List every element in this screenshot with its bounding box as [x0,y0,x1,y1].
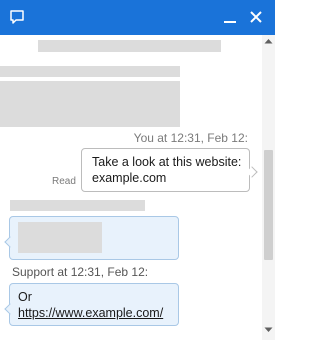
redacted-header-placeholder [38,40,221,52]
scroll-down-arrow-icon[interactable] [264,327,273,333]
received-message-text: Or https://www.example.com/ [18,289,163,321]
redacted-message-placeholder [0,81,180,127]
sent-message-text: Take a look at this website: example.com [92,155,242,185]
vertical-scrollbar[interactable] [262,35,275,340]
read-receipt: Read [52,176,76,187]
redacted-meta-placeholder [0,66,180,77]
redacted-meta-placeholder [10,200,145,211]
received-message-bubble: Or https://www.example.com/ [9,283,179,326]
sent-message-bubble: Take a look at this website: example.com [81,148,250,192]
chat-bubble-icon [10,10,24,24]
received-message-bubble-redacted [9,216,179,260]
title-bar [0,0,275,35]
close-icon[interactable] [248,9,264,25]
sent-message-meta: You at 12:31, Feb 12: [133,131,248,145]
scrollbar-thumb[interactable] [264,150,273,260]
received-message-link[interactable]: https://www.example.com/ [18,306,163,320]
received-message-meta: Support at 12:31, Feb 12: [12,265,149,279]
scroll-up-arrow-icon[interactable] [264,38,273,44]
received-message-prefix: Or [18,290,32,304]
minimize-icon[interactable] [222,9,238,25]
redacted-message-placeholder [18,222,102,253]
